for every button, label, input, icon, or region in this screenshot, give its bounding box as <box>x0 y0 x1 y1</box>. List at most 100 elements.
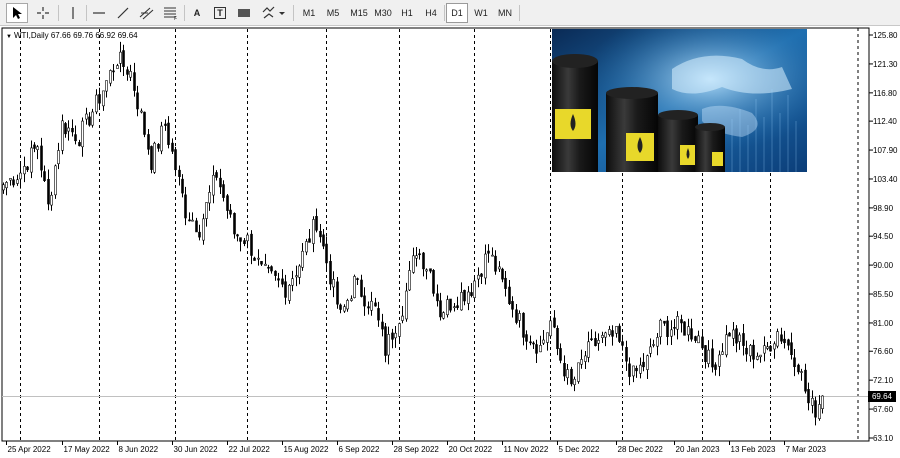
candle <box>195 217 198 233</box>
candle <box>566 363 569 385</box>
candle <box>157 143 160 152</box>
candle <box>122 44 125 77</box>
candle <box>250 230 253 265</box>
candle <box>625 340 628 371</box>
candle <box>584 351 587 369</box>
candle <box>391 328 394 349</box>
candle <box>735 325 738 353</box>
candle <box>549 316 552 339</box>
candle <box>732 322 735 347</box>
candle <box>429 268 432 274</box>
candle <box>253 256 256 261</box>
candle <box>54 164 57 199</box>
candle <box>112 63 115 81</box>
candle <box>322 229 325 250</box>
candle <box>721 343 724 355</box>
candle <box>343 304 346 313</box>
chart-title: ▼ WTI,Daily 67.66 69.76 66.92 69.64 <box>6 31 138 40</box>
candle <box>81 117 84 157</box>
candle <box>494 250 497 275</box>
candle <box>608 325 611 337</box>
y-tick-label: 72.10 <box>873 376 894 385</box>
oil-barrels-image <box>552 29 807 172</box>
candle <box>659 318 662 345</box>
candle <box>239 237 242 252</box>
candle <box>518 310 521 328</box>
candle <box>36 145 39 160</box>
candle <box>405 282 408 322</box>
candle <box>446 295 449 318</box>
candle <box>728 332 731 337</box>
candle <box>47 169 50 211</box>
x-tick-label: 17 May 2022 <box>64 445 111 454</box>
candle <box>473 275 476 302</box>
candle <box>336 276 339 309</box>
candle <box>590 329 593 341</box>
collapse-arrow-icon[interactable]: ▼ <box>6 34 12 40</box>
y-tick-label: 90.00 <box>873 261 894 270</box>
candle <box>563 355 566 382</box>
candle <box>40 137 43 178</box>
candle <box>153 141 156 174</box>
candle <box>5 181 8 196</box>
candle <box>212 165 215 204</box>
candle <box>19 163 22 189</box>
candle <box>742 324 745 356</box>
candle <box>401 305 404 324</box>
candle <box>160 121 163 155</box>
y-tick-label: 112.40 <box>873 117 897 126</box>
candle <box>243 238 246 247</box>
candle <box>745 340 748 362</box>
candle <box>511 296 514 318</box>
candle <box>707 340 710 368</box>
candle <box>800 368 803 381</box>
candle <box>105 80 108 98</box>
candle <box>319 224 322 243</box>
x-tick-label: 20 Oct 2022 <box>449 445 493 454</box>
candle <box>628 357 631 386</box>
candle <box>208 185 211 211</box>
candle <box>573 376 576 392</box>
candle <box>312 216 315 253</box>
candle <box>191 212 194 222</box>
candle <box>501 267 504 283</box>
candle <box>480 272 483 285</box>
candle <box>98 87 101 109</box>
y-tick-label: 63.10 <box>873 434 894 443</box>
candle <box>171 138 174 154</box>
x-tick-label: 28 Dec 2022 <box>618 445 664 454</box>
candle <box>33 142 36 153</box>
candle <box>12 176 15 188</box>
candle <box>776 328 779 349</box>
candle <box>229 204 232 218</box>
candle <box>277 272 280 288</box>
candle <box>356 277 359 285</box>
candle <box>143 111 146 138</box>
candle <box>88 112 91 127</box>
candle <box>508 279 511 306</box>
y-tick-label: 107.90 <box>873 146 898 155</box>
candle <box>360 274 363 298</box>
candle <box>697 330 700 344</box>
candle <box>288 283 291 304</box>
candle <box>467 286 470 311</box>
candle <box>226 193 229 219</box>
candle <box>181 174 184 198</box>
candle <box>683 321 686 336</box>
candle <box>525 330 528 350</box>
candle <box>714 362 717 376</box>
x-tick-label: 25 Apr 2022 <box>8 445 52 454</box>
candle <box>522 312 525 346</box>
candle <box>577 362 580 384</box>
candle <box>363 287 366 316</box>
candle <box>587 331 590 363</box>
candle <box>807 382 810 411</box>
candle <box>184 186 187 226</box>
candle <box>50 191 53 211</box>
candle <box>257 249 260 266</box>
candle <box>449 298 452 313</box>
candle <box>205 202 208 227</box>
candle <box>687 318 690 342</box>
candle <box>484 244 487 285</box>
candle <box>539 335 542 353</box>
